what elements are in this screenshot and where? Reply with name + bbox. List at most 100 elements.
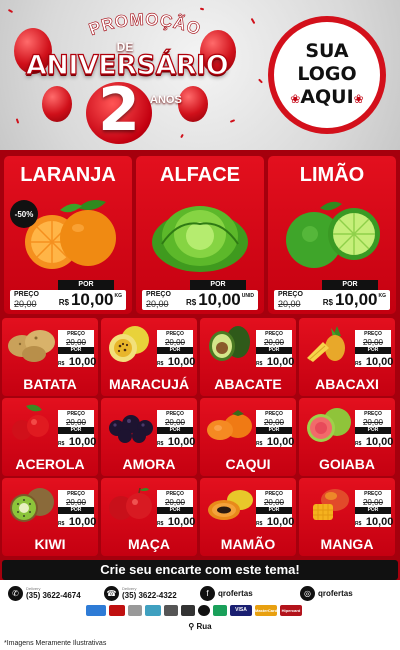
new-price: R$ 10,00 xyxy=(58,354,97,368)
product-card-maracuja[interactable]: PREÇO 20,00 POR R$ 10,00 MARACUJÁ xyxy=(101,318,197,396)
featured-card-laranja[interactable]: LARANJA -50% POR PREÇO 20,00 R$ 10,00 KG xyxy=(4,156,132,314)
product-card-batata[interactable]: PREÇO 20,00 POR R$ 10,00 BATATA xyxy=(2,318,98,396)
product-name: ABACATE xyxy=(214,376,282,392)
avocado-icon xyxy=(209,326,250,361)
new-price: R$ 10,00 xyxy=(256,354,295,368)
phone-number: (35) 3622-4674 xyxy=(26,591,81,600)
product-card-mamao[interactable]: PREÇO 20,00 POR R$ 10,00 MAMÃO xyxy=(200,478,296,556)
new-price: R$ 10,00 xyxy=(256,514,295,528)
payment-methods: VISA MasterCard Hipercard xyxy=(86,604,316,616)
confetti xyxy=(229,119,236,123)
por-label: POR xyxy=(322,280,378,290)
old-price: 20,00 xyxy=(355,418,391,427)
new-price: R$ 10,00 xyxy=(157,354,196,368)
product-card-caqui[interactable]: PREÇO 20,00 POR R$ 10,00 CAQUI xyxy=(200,398,296,476)
contact-phone-1[interactable]: ✆ Delivery (35) 3622-4674 xyxy=(8,584,81,602)
whatsapp-icon: ✆ xyxy=(8,585,23,601)
new-price: R$ 10,00 xyxy=(157,434,196,448)
facebook-handle: qrofertas xyxy=(218,588,253,598)
preco-label: PREÇO xyxy=(256,490,292,498)
mastercard-icon: MasterCard xyxy=(255,604,277,616)
new-price: R$ 10,00 xyxy=(58,514,97,528)
confetti xyxy=(258,78,263,84)
map-pin-icon: ⚲ xyxy=(188,622,195,631)
old-price: 20,00 xyxy=(58,338,94,347)
logo-inner: SUA LOGO ❀AQUI❀ xyxy=(274,22,380,128)
featured-card-limao[interactable]: LIMÃO POR PREÇO 20,00 R$ 10,00 KG xyxy=(268,156,396,314)
contact-phone-2[interactable]: ☎ Delivery (35) 3622-4322 xyxy=(104,584,177,602)
header-banner: PROMOÇÃO DE ANIVERSÁRIO 2 ANOS SUA LOGO … xyxy=(0,0,400,150)
pix-icon xyxy=(145,604,161,616)
balloon xyxy=(178,86,208,122)
old-price: 20,00 xyxy=(256,338,292,347)
preco-label: PREÇO xyxy=(355,490,391,498)
money-icon xyxy=(213,604,227,616)
preco-label: PREÇO xyxy=(14,291,39,298)
product-card-goiaba[interactable]: PREÇO 20,00 POR R$ 10,00 GOIABA xyxy=(299,398,395,476)
disclaimer: *Imagens Meramente Ilustrativas xyxy=(4,640,107,647)
phone-icon: ☎ xyxy=(104,585,119,601)
preco-label: PREÇO xyxy=(355,330,391,338)
potato-icon xyxy=(8,330,55,362)
price-box: PREÇO 20,00 R$ 10,00 UNID xyxy=(142,290,258,310)
product-card-abacaxi[interactable]: PREÇO 20,00 POR R$ 10,00 ABACAXI xyxy=(299,318,395,396)
preco-label: PREÇO xyxy=(146,291,171,298)
svg-text:PROMOÇÃO: PROMOÇÃO xyxy=(86,10,203,39)
mango-icon xyxy=(313,489,349,520)
instagram-icon: ◎ xyxy=(300,585,315,601)
footer: ✆ Delivery (35) 3622-4674 ☎ Delivery (35… xyxy=(0,580,400,650)
new-price: R$ 10,00 xyxy=(355,354,394,368)
facebook-icon: f xyxy=(200,585,215,601)
preco-label: PREÇO xyxy=(58,490,94,498)
preco-label: PREÇO xyxy=(157,490,193,498)
old-price: 20,00 xyxy=(58,498,94,507)
product-name: ACEROLA xyxy=(15,456,85,472)
old-price: 20,00 xyxy=(278,299,301,309)
old-price: 20,00 xyxy=(157,498,193,507)
confetti xyxy=(15,118,20,124)
product-card-amora[interactable]: PREÇO 20,00 POR R$ 10,00 AMORA xyxy=(101,398,197,476)
guava-icon xyxy=(307,408,351,442)
product-name: ABACAXI xyxy=(315,376,379,392)
new-price: R$ 10,00 xyxy=(157,514,196,528)
lettuce-icon xyxy=(152,206,248,272)
logo-line-1: SUA xyxy=(305,39,349,62)
new-price: R$ 10,00 xyxy=(355,434,394,448)
product-name: CAQUI xyxy=(225,456,271,472)
instagram-handle: qrofertas xyxy=(318,588,353,598)
product-name: LARANJA xyxy=(20,164,116,186)
card-icon xyxy=(86,604,106,616)
logo-line-2: LOGO xyxy=(297,62,357,85)
preco-label: PREÇO xyxy=(355,410,391,418)
contact-facebook[interactable]: f qrofertas xyxy=(200,584,253,602)
rose-icon: ❀ xyxy=(353,91,364,106)
voucher-icon xyxy=(109,604,125,616)
price-box: PREÇO 20,00 R$ 10,00 KG xyxy=(10,290,126,310)
product-name: MAMÃO xyxy=(220,536,276,552)
acerola-icon xyxy=(12,404,49,440)
new-price: R$ 10,00 KG xyxy=(322,290,386,309)
cta-banner[interactable]: Crie seu encarte com este tema! xyxy=(2,560,398,580)
product-card-acerola[interactable]: PREÇO 20,00 POR R$ 10,00 ACEROLA xyxy=(2,398,98,476)
preco-label: PREÇO xyxy=(256,330,292,338)
contact-instagram[interactable]: ◎ qrofertas xyxy=(300,584,353,602)
balloon xyxy=(42,86,72,122)
product-name: ALFACE xyxy=(160,164,240,186)
rose-icon: ❀ xyxy=(290,91,301,106)
old-price: 20,00 xyxy=(256,498,292,507)
preco-label: PREÇO xyxy=(157,410,193,418)
cheque-icon xyxy=(164,604,178,616)
old-price: 20,00 xyxy=(256,418,292,427)
product-name: BATATA xyxy=(23,376,77,392)
featured-card-alface[interactable]: ALFACE POR PREÇO 20,00 R$ 10,00 UNID xyxy=(136,156,264,314)
product-card-maca[interactable]: PREÇO 20,00 POR R$ 10,00 MAÇA xyxy=(101,478,197,556)
new-price: R$ 10,00 xyxy=(355,514,394,528)
product-name: GOIABA xyxy=(319,456,375,472)
preco-label: PREÇO xyxy=(157,330,193,338)
product-card-abacate[interactable]: PREÇO 20,00 POR R$ 10,00 ABACATE xyxy=(200,318,296,396)
product-card-manga[interactable]: PREÇO 20,00 POR R$ 10,00 MANGA xyxy=(299,478,395,556)
confetti xyxy=(7,8,14,14)
product-card-kiwi[interactable]: PREÇO 20,00 POR R$ 10,00 KIWI xyxy=(2,478,98,556)
discount-badge: -50% xyxy=(10,200,38,228)
product-name: MARACUJÁ xyxy=(108,376,190,392)
